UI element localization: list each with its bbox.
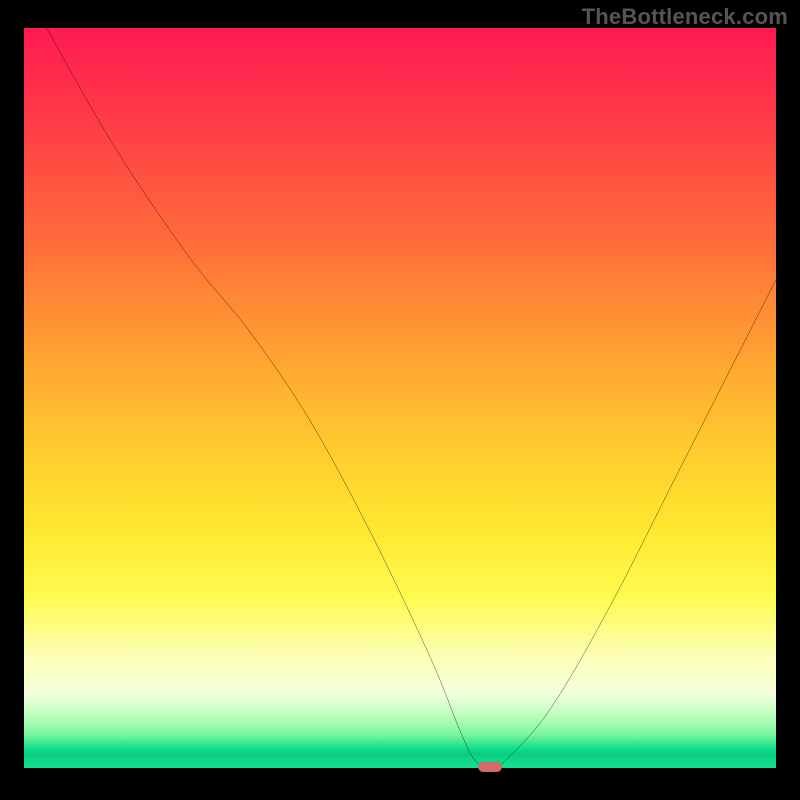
watermark-text: TheBottleneck.com bbox=[582, 4, 788, 30]
bottleneck-curve bbox=[24, 28, 776, 768]
chart-frame: TheBottleneck.com bbox=[0, 0, 800, 800]
plot-area bbox=[24, 28, 776, 768]
baseline bbox=[24, 765, 776, 768]
optimal-marker bbox=[478, 761, 502, 772]
